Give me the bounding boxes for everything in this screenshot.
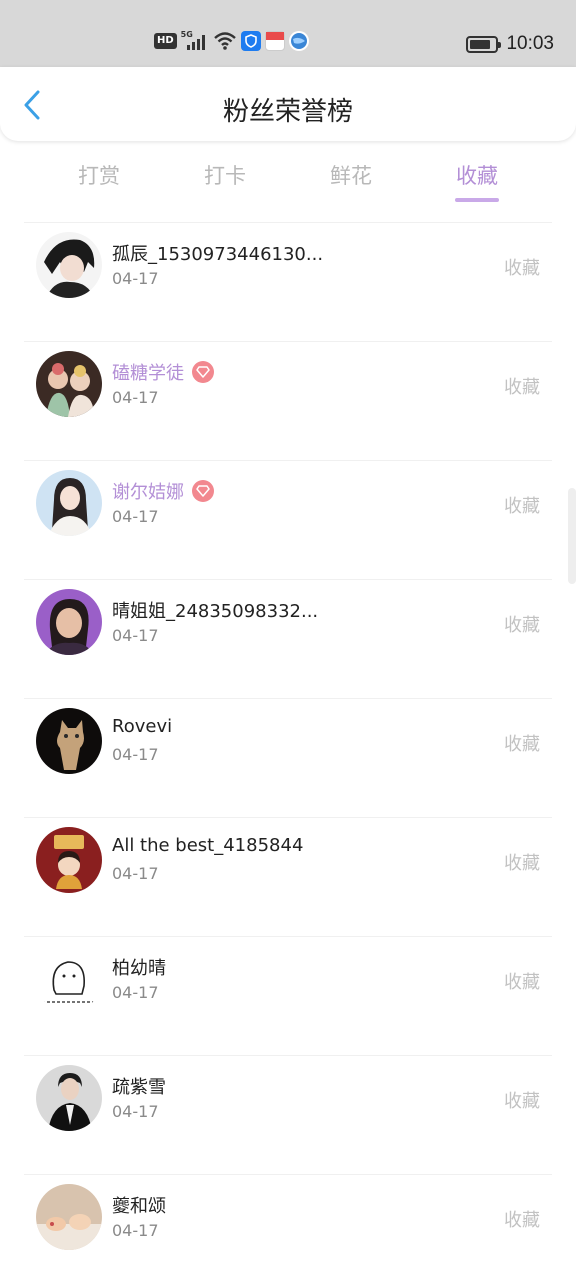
list-item[interactable]: 谢尔姞娜 04-17 收藏 <box>0 460 576 579</box>
list-item[interactable]: 夔和颂 04-17 收藏 <box>0 1174 576 1280</box>
divider <box>24 698 552 699</box>
user-name: All the best_4185844 <box>112 835 304 856</box>
divider <box>24 1174 552 1175</box>
divider <box>24 817 552 818</box>
action-label: 收藏 <box>504 1210 540 1231</box>
list-item[interactable]: 晴姐姐_24835098332... 04-17 收藏 <box>0 579 576 698</box>
user-name: 磕糖学徒 <box>112 363 184 384</box>
user-name: 柏幼晴 <box>112 958 166 979</box>
action-label: 收藏 <box>504 615 540 636</box>
divider <box>24 341 552 342</box>
divider <box>24 1055 552 1056</box>
status-right: 10:03 <box>466 33 554 55</box>
tab-bar: 打赏 打卡 鲜花 收藏 <box>0 150 576 210</box>
list-item[interactable]: 磕糖学徒 04-17 收藏 <box>0 341 576 460</box>
divider <box>24 936 552 937</box>
action-label: 收藏 <box>504 1091 540 1112</box>
avatar[interactable] <box>36 1065 102 1131</box>
avatar[interactable] <box>36 827 102 893</box>
tab-flowers[interactable]: 鲜花 <box>311 160 391 190</box>
date-label: 04-17 <box>112 1102 159 1121</box>
action-label: 收藏 <box>504 853 540 874</box>
date-label: 04-17 <box>112 507 159 526</box>
avatar[interactable] <box>36 708 102 774</box>
date-label: 04-17 <box>112 983 159 1002</box>
user-name: 夔和颂 <box>112 1196 166 1217</box>
vip-diamond-icon <box>192 480 214 502</box>
scrollbar[interactable] <box>568 488 576 584</box>
wifi-icon <box>213 32 236 50</box>
avatar[interactable] <box>36 470 102 536</box>
active-tab-indicator <box>455 198 499 202</box>
avatar[interactable] <box>36 232 102 298</box>
avatar[interactable] <box>36 946 102 1012</box>
tab-checkin[interactable]: 打卡 <box>185 160 265 190</box>
action-label: 收藏 <box>504 377 540 398</box>
avatar[interactable] <box>36 1184 102 1250</box>
avatar[interactable] <box>36 351 102 417</box>
date-label: 04-17 <box>112 626 159 645</box>
date-label: 04-17 <box>112 864 159 883</box>
status-bar: HD 5G 10:03 <box>0 0 576 67</box>
top-app-bar: 粉丝荣誉榜 <box>0 67 576 141</box>
date-label: 04-17 <box>112 745 159 764</box>
date-label: 04-17 <box>112 269 159 288</box>
list-item[interactable]: 孤辰_1530973446130... 04-17 收藏 <box>0 222 576 341</box>
page-title: 粉丝荣誉榜 <box>222 97 353 127</box>
user-name: 孤辰_1530973446130... <box>112 244 324 265</box>
user-name: 晴姐姐_24835098332... <box>112 601 319 622</box>
divider <box>24 579 552 580</box>
user-name: Rovevi <box>112 716 173 737</box>
divider <box>24 222 552 223</box>
list-item[interactable]: 柏幼晴 04-17 收藏 <box>0 936 576 1055</box>
list-item[interactable]: Rovevi 04-17 收藏 <box>0 698 576 817</box>
signal-icon: 5G <box>181 30 209 52</box>
date-label: 04-17 <box>112 1221 159 1240</box>
action-label: 收藏 <box>504 734 540 755</box>
list-item[interactable]: All the best_4185844 04-17 收藏 <box>0 817 576 936</box>
tab-tip[interactable]: 打赏 <box>59 160 139 190</box>
avatar[interactable] <box>36 589 102 655</box>
user-name: 谢尔姞娜 <box>112 482 184 503</box>
divider <box>24 460 552 461</box>
battery-icon <box>466 35 502 53</box>
action-label: 收藏 <box>504 496 540 517</box>
tab-favorites[interactable]: 收藏 <box>437 160 517 190</box>
status-icons: HD 5G <box>154 30 309 52</box>
date-label: 04-17 <box>112 388 159 407</box>
mail-app-icon <box>264 31 285 51</box>
action-label: 收藏 <box>504 972 540 993</box>
action-label: 收藏 <box>504 258 540 279</box>
user-name: 疏紫雪 <box>112 1077 166 1098</box>
list-item[interactable]: 疏紫雪 04-17 收藏 <box>0 1055 576 1174</box>
hd-icon: HD <box>154 33 177 49</box>
shield-app-icon <box>240 31 261 51</box>
vip-diamond-icon <box>192 361 214 383</box>
globe-app-icon <box>288 31 309 51</box>
clock: 10:03 <box>506 33 554 54</box>
